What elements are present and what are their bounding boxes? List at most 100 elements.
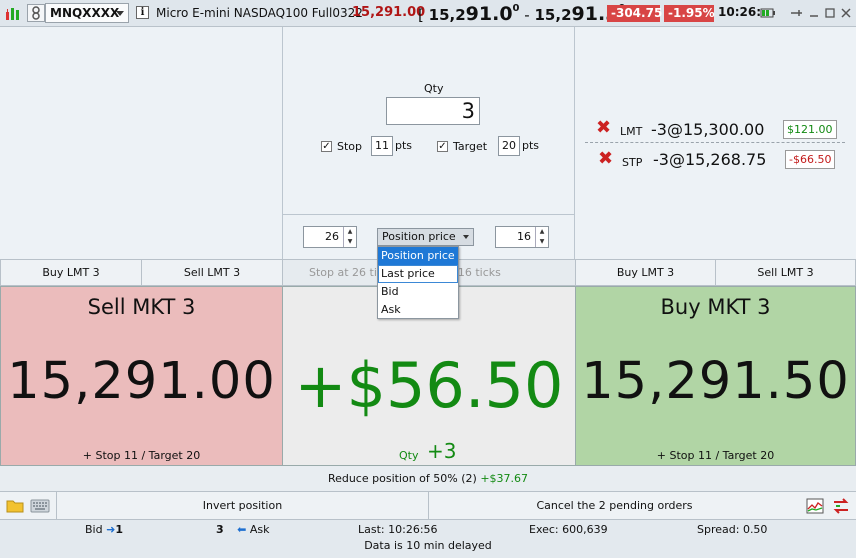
ask-prefix: 15,2 <box>534 6 572 24</box>
minimize-icon[interactable] <box>806 4 822 22</box>
qty-input[interactable]: 3 <box>386 97 480 125</box>
sell-mkt-title: Sell MKT 3 <box>87 295 196 319</box>
contract-name: Micro E-mini NASDAQ100 Full0322 <box>156 6 363 20</box>
delay-note: Data is 10 min delayed <box>364 539 492 552</box>
buy-lmt-button-right[interactable]: Buy LMT 3 <box>575 259 716 286</box>
buy-mkt-button[interactable]: Buy MKT 3 15,291.50 + Stop 11 / Target 2… <box>575 286 856 466</box>
price-basis-value: Position price <box>382 230 456 243</box>
reduce-text: Reduce position of 50% (2) <box>327 472 477 485</box>
status-exec: Exec: 600,639 <box>529 523 608 536</box>
pin-icon[interactable] <box>788 4 804 22</box>
stop-pts-input[interactable]: 11 <box>371 136 393 156</box>
order-pl: -$66.50 <box>785 150 836 169</box>
change-absolute-badge: -304.75 <box>607 5 662 22</box>
bracket-open: [ <box>418 6 424 24</box>
order-type: LMT <box>620 125 643 138</box>
info-icon[interactable]: i <box>136 6 149 19</box>
bid-label: Bid <box>85 523 103 536</box>
ask-arrow-icon: ⬅ <box>237 523 247 536</box>
status-spread: Spread: 0.50 <box>697 523 768 536</box>
left-panel <box>0 27 283 259</box>
change-percent-badge: -1.95% <box>664 5 715 22</box>
sell-price: 15,291.00 <box>7 352 276 411</box>
link-icon[interactable] <box>27 4 45 22</box>
chevron-down-icon <box>116 11 124 16</box>
stop-pts-unit: pts <box>395 139 413 152</box>
order-description[interactable]: -3@15,300.00 <box>651 120 764 139</box>
stop-label: Stop <box>337 140 363 153</box>
target-ticks-value: 16 <box>517 230 531 243</box>
status-ask: 3 ⬅ Ask <box>216 523 270 536</box>
qty-label: Qty <box>424 82 444 95</box>
spin-down-icon[interactable]: ▼ <box>344 237 356 247</box>
sell-bracket-info: + Stop 11 / Target 20 <box>82 449 201 462</box>
maximize-icon[interactable] <box>822 4 838 22</box>
stop-checkbox[interactable]: ✓ <box>321 141 332 152</box>
cancel-order-icon[interactable]: ✖ <box>596 117 611 138</box>
buy-bracket-info: + Stop 11 / Target 20 <box>656 449 775 462</box>
price-basis-dropdown: Position price Last price Bid Ask <box>377 246 459 319</box>
spinner-arrows[interactable]: ▲ ▼ <box>343 227 356 247</box>
close-icon[interactable] <box>838 4 854 22</box>
dropdown-option-last-price[interactable]: Last price <box>378 265 458 283</box>
quote-separator: - <box>524 6 530 24</box>
target-checkbox[interactable]: ✓ <box>437 141 448 152</box>
stop-ticks-spinner[interactable]: 26 ▲ ▼ <box>303 226 357 248</box>
spin-up-icon[interactable]: ▲ <box>344 227 356 237</box>
target-label: Target <box>453 140 488 153</box>
chevron-down-icon <box>463 235 469 239</box>
target-pts-unit: pts <box>522 139 540 152</box>
invert-position-button[interactable]: Invert position <box>56 492 428 519</box>
status-last: Last: 10:26:56 <box>358 523 438 536</box>
dropdown-option-ask[interactable]: Ask <box>378 301 458 319</box>
position-qty-value: +3 <box>427 439 457 463</box>
target-pts-input[interactable]: 20 <box>498 136 520 156</box>
spin-down-icon[interactable]: ▼ <box>536 237 548 247</box>
stop-ticks-value: 26 <box>325 230 339 243</box>
position-qty-label: Qty <box>399 449 419 462</box>
folder-icon[interactable] <box>6 499 24 513</box>
price-basis-select[interactable]: Position price <box>377 228 474 246</box>
last-price: 15,291.00 <box>352 5 426 20</box>
symbol-selector[interactable]: MNQXXXX <box>45 3 129 23</box>
swap-icon[interactable] <box>832 497 850 515</box>
order-type: STP <box>622 156 643 169</box>
sell-lmt-button-left[interactable]: Sell LMT 3 <box>141 259 283 286</box>
order-pl: $121.00 <box>783 120 837 139</box>
order-description[interactable]: -3@15,268.75 <box>653 150 766 169</box>
dropdown-option-position-price[interactable]: Position price <box>378 247 458 265</box>
quote-time: 10:26: <box>718 5 761 19</box>
spin-up-icon[interactable]: ▲ <box>536 227 548 237</box>
symbol-label: MNQXXXX <box>50 6 120 20</box>
sell-mkt-button[interactable]: Sell MKT 3 15,291.00 + Stop 11 / Target … <box>0 286 283 466</box>
order-divider <box>585 142 845 143</box>
bid-sup: 0 <box>512 3 520 14</box>
battery-icon <box>760 4 776 22</box>
reduce-value: +$37.67 <box>480 472 529 485</box>
bid-size: 1 <box>115 523 123 536</box>
status-bar: Bid ➜1 3 ⬅ Ask Last: 10:26:56 Exec: 600,… <box>0 520 856 558</box>
bid-main: 91.0 <box>465 3 513 25</box>
title-bar: MNQXXXX i Micro E-mini NASDAQ100 Full032… <box>0 0 856 27</box>
bid-arrow-icon: ➜ <box>106 523 116 536</box>
cancel-pending-orders-button[interactable]: Cancel the 2 pending orders <box>428 492 800 519</box>
app-chart-icon[interactable] <box>4 4 22 22</box>
ask-label: Ask <box>249 523 270 536</box>
target-ticks-spinner[interactable]: 16 ▲ ▼ <box>495 226 549 248</box>
ask-size: 3 <box>216 523 224 536</box>
sell-lmt-button-right[interactable]: Sell LMT 3 <box>715 259 856 286</box>
buy-price: 15,291.50 <box>581 352 850 411</box>
spinner-arrows[interactable]: ▲ ▼ <box>535 227 548 247</box>
buy-lmt-button-left[interactable]: Buy LMT 3 <box>0 259 142 286</box>
status-bid: Bid ➜1 <box>85 523 123 536</box>
bid-ask-quote: [ 15,291.00 - 15,291.50 ] <box>418 3 636 25</box>
chart-icon[interactable] <box>806 497 824 515</box>
buy-mkt-title: Buy MKT 3 <box>660 295 771 319</box>
keyboard-icon[interactable] <box>30 499 50 513</box>
working-orders-panel <box>575 27 856 259</box>
bid-prefix: 15,2 <box>428 6 466 24</box>
cancel-order-icon[interactable]: ✖ <box>598 148 613 169</box>
reduce-position-button[interactable]: Reduce position of 50% (2) +$37.67 <box>0 466 856 492</box>
window-controls <box>760 4 856 22</box>
dropdown-option-bid[interactable]: Bid <box>378 283 458 301</box>
